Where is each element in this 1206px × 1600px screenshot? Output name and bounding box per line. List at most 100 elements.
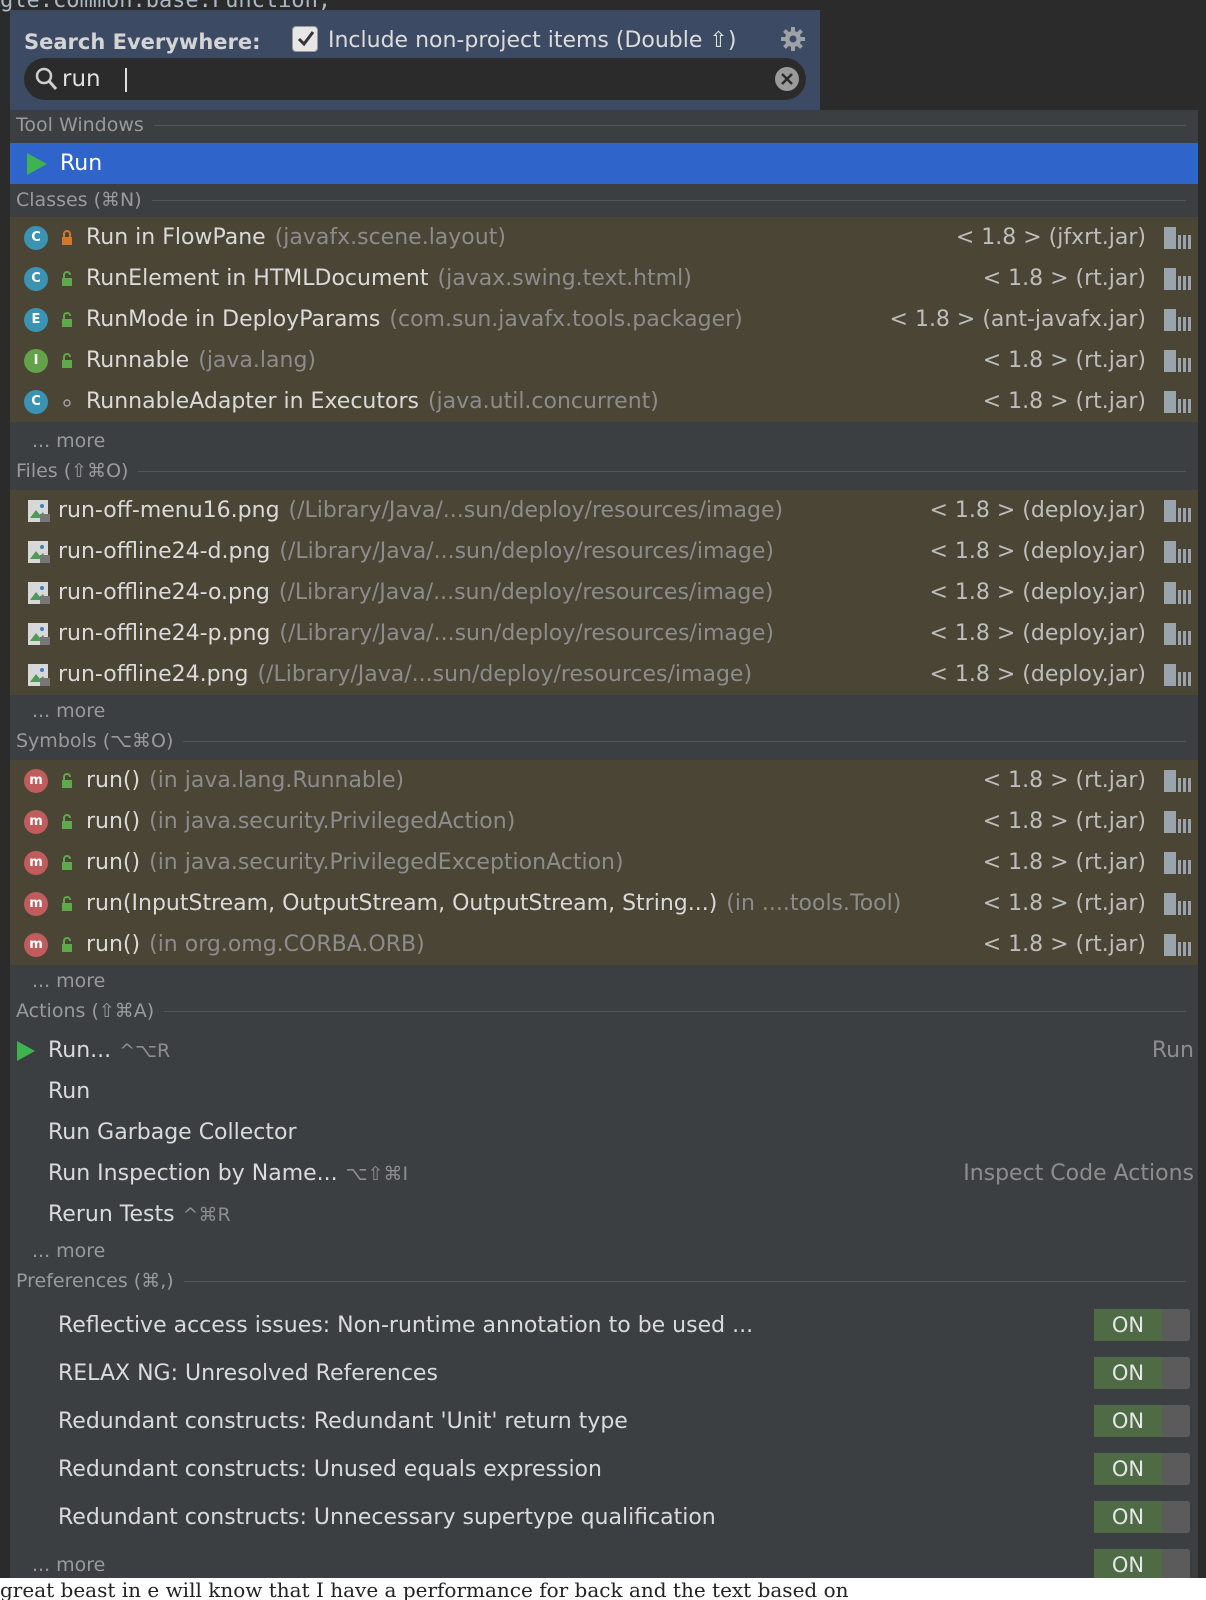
result-name: run()	[86, 932, 141, 957]
unlocked-icon	[62, 311, 72, 327]
result-preference-row[interactable]: RELAX NG: Unresolved References ON	[10, 1350, 1198, 1396]
result-library: < 1.8 > (rt.jar)	[982, 891, 1146, 916]
result-context: (in ....tools.Tool)	[726, 891, 902, 916]
result-context: (in java.security.PrivilegedAction)	[149, 809, 516, 834]
result-preference-row[interactable]: Reflective access issues: Non-runtime an…	[10, 1302, 1198, 1348]
result-action-row[interactable]: Rerun Tests ^⌘R	[10, 1194, 1198, 1235]
result-preference-row[interactable]: Redundant constructs: Unnecessary supert…	[10, 1494, 1198, 1540]
unlocked-icon	[62, 772, 72, 788]
result-action-row[interactable]: Run... ^⌥R Run	[10, 1030, 1198, 1071]
result-name: RELAX NG: Unresolved References	[58, 1360, 438, 1386]
result-file-row[interactable]: run-offline24.png (/Library/Java/...sun/…	[10, 654, 1198, 695]
search-results-panel: Tool Windows Run Classes (⌘N) C Run in F…	[10, 110, 1198, 1600]
result-class-row[interactable]: E RunMode in DeployParams (com.sun.javaf…	[10, 299, 1198, 340]
library-icon	[1164, 852, 1191, 874]
result-symbol-row[interactable]: m run() (in org.omg.CORBA.ORB) < 1.8 > (…	[10, 924, 1198, 965]
library-icon	[1164, 623, 1191, 645]
result-tool-window-run[interactable]: Run	[10, 143, 1198, 184]
result-name: Rerun Tests	[48, 1202, 175, 1227]
result-action-row[interactable]: Run Garbage Collector	[10, 1112, 1198, 1153]
library-icon	[1164, 770, 1191, 792]
unlocked-icon	[62, 270, 72, 286]
result-file-row[interactable]: run-offline24-p.png (/Library/Java/...su…	[10, 613, 1198, 654]
result-library: < 1.8 > (ant-javafx.jar)	[889, 307, 1146, 332]
result-context: (in java.lang.Runnable)	[149, 768, 405, 793]
result-name: Reflective access issues: Non-runtime an…	[58, 1312, 754, 1338]
result-library: < 1.8 > (deploy.jar)	[929, 580, 1146, 605]
result-symbol-row[interactable]: m run() (in java.lang.Runnable) < 1.8 > …	[10, 760, 1198, 801]
result-context: (in org.omg.CORBA.ORB)	[149, 932, 425, 957]
result-file-row[interactable]: run-off-menu16.png (/Library/Java/...sun…	[10, 490, 1198, 531]
result-preference-row[interactable]: Redundant constructs: Redundant 'Unit' r…	[10, 1398, 1198, 1444]
more-symbols-link[interactable]: ... more	[32, 970, 105, 992]
result-file-row[interactable]: run-offline24-o.png (/Library/Java/...su…	[10, 572, 1198, 613]
result-name: Redundant constructs: Unnecessary supert…	[58, 1504, 716, 1530]
section-symbols-label: Symbols (⌥⌘O)	[16, 730, 174, 752]
section-classes: Classes (⌘N)	[10, 185, 1198, 215]
class-icon: C	[24, 225, 48, 250]
toggle-state: ON	[1094, 1453, 1162, 1485]
result-context: (/Library/Java/...sun/deploy/resources/i…	[279, 539, 774, 564]
result-context: (javax.swing.text.html)	[437, 266, 692, 291]
preference-toggle[interactable]: ON	[1094, 1309, 1190, 1341]
result-context: (java.lang)	[198, 348, 316, 373]
include-non-project-label: Include non-project items (Double ⇧)	[328, 28, 737, 53]
result-name: Run Inspection by Name...	[48, 1161, 338, 1186]
toggle-state: ON	[1094, 1405, 1162, 1437]
library-icon	[1164, 391, 1191, 413]
result-preference-row[interactable]: Redundant constructs: Unused equals expr…	[10, 1446, 1198, 1492]
library-icon	[1164, 309, 1191, 331]
library-icon	[1164, 227, 1191, 249]
result-action-row[interactable]: Run	[10, 1071, 1198, 1112]
result-library: < 1.8 > (rt.jar)	[982, 809, 1146, 834]
result-library: < 1.8 > (rt.jar)	[982, 266, 1146, 291]
result-name: RunMode in DeployParams	[86, 307, 381, 332]
library-icon	[1164, 500, 1191, 522]
result-name: RunnableAdapter in Executors	[86, 389, 419, 414]
result-file-row[interactable]: run-offline24-d.png (/Library/Java/...su…	[10, 531, 1198, 572]
library-icon	[1164, 268, 1191, 290]
result-class-row[interactable]: C RunnableAdapter in Executors (java.uti…	[10, 381, 1198, 422]
result-action-row[interactable]: Run Inspection by Name... ⌥⇧⌘I Inspect C…	[10, 1153, 1198, 1194]
result-group-hint: Run	[1151, 1038, 1194, 1063]
preference-toggle[interactable]: ON	[1094, 1357, 1190, 1389]
preference-toggle[interactable]: ON	[1094, 1453, 1190, 1485]
library-icon	[1164, 350, 1191, 372]
result-library: < 1.8 > (rt.jar)	[982, 850, 1146, 875]
more-classes-link[interactable]: ... more	[32, 430, 105, 452]
gear-icon[interactable]	[780, 26, 806, 52]
section-symbols: Symbols (⌥⌘O)	[10, 726, 1198, 756]
result-name: Run...	[48, 1038, 112, 1063]
result-label: Run	[60, 151, 103, 176]
search-input[interactable]	[62, 62, 752, 96]
section-classes-label: Classes (⌘N)	[16, 189, 142, 211]
preference-toggle[interactable]: ON	[1094, 1501, 1190, 1533]
result-class-row[interactable]: C RunElement in HTMLDocument (javax.swin…	[10, 258, 1198, 299]
library-icon	[1164, 934, 1191, 956]
result-name: run()	[86, 850, 141, 875]
more-preferences-link[interactable]: ... more	[32, 1554, 105, 1576]
result-context: (/Library/Java/...sun/deploy/resources/i…	[257, 662, 753, 687]
result-class-row[interactable]: I Runnable (java.lang) < 1.8 > (rt.jar)	[10, 340, 1198, 381]
result-symbol-row[interactable]: m run() (in java.security.PrivilegedExce…	[10, 842, 1198, 883]
more-files-link[interactable]: ... more	[32, 700, 105, 722]
toggle-state: ON	[1094, 1309, 1162, 1341]
result-symbol-row[interactable]: m run() (in java.security.PrivilegedActi…	[10, 801, 1198, 842]
result-shortcut: ^⌥R	[119, 1039, 171, 1062]
more-actions-link[interactable]: ... more	[32, 1240, 105, 1262]
result-class-row[interactable]: C Run in FlowPane (javafx.scene.layout) …	[10, 217, 1198, 258]
popup-title: Search Everywhere:	[24, 30, 261, 54]
unlocked-icon	[62, 936, 72, 952]
text-cursor	[125, 68, 127, 92]
preference-toggle[interactable]: ON	[1094, 1405, 1190, 1437]
clear-search-icon[interactable]	[774, 66, 800, 92]
image-file-icon	[28, 622, 50, 645]
preference-toggle[interactable]: ON	[1094, 1549, 1190, 1581]
document-text-behind: great beast in e will know that I have a…	[0, 1578, 1206, 1600]
interface-icon: I	[24, 348, 48, 373]
result-symbol-row[interactable]: m run(InputStream, OutputStream, OutputS…	[10, 883, 1198, 924]
include-non-project-checkbox[interactable]	[292, 26, 318, 52]
result-name: run-off-menu16.png	[58, 498, 280, 523]
package-private-icon	[63, 398, 71, 407]
result-name: run()	[86, 809, 141, 834]
